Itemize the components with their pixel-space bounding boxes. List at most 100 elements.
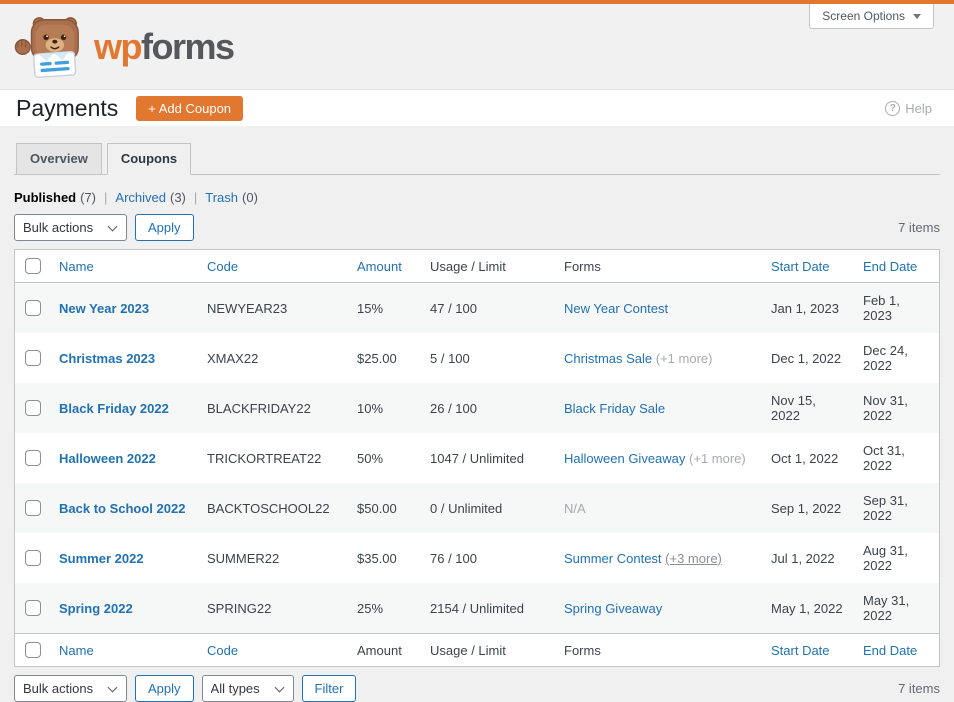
sort-link-start-date[interactable]: Start Date [771,259,830,274]
row-checkbox[interactable] [25,500,41,517]
amount-cell: $35.00 [357,550,397,566]
coupon-name-link[interactable]: Christmas 2023 [59,351,155,366]
page-header: Payments + Add Coupon ? Help [0,90,954,126]
row-checkbox[interactable] [25,350,41,367]
status-filter-links: Published (7) | Archived (3) | Trash (0) [14,190,940,205]
sort-link-name[interactable]: Name [59,259,94,274]
filter-trash-label[interactable]: Trash [205,190,238,205]
amount-cell: 10% [357,400,384,416]
filter-published-count: (7) [80,190,97,206]
end-date-cell: Dec 24, 2022 [863,343,908,374]
row-checkbox[interactable] [25,600,41,617]
wordmark-wp: wp [94,25,143,67]
coupon-row: Halloween 2022 TRICKORTREAT22 50% 1047 / Un… [15,433,939,483]
filter-button[interactable]: Filter [301,675,357,702]
sort-link-name[interactable]: Name [59,643,94,658]
end-date-cell: Oct 31, 2022 [863,443,905,474]
sort-link-start-date[interactable]: Start Date [771,643,830,658]
chevron-down-icon [913,13,921,19]
coupon-row: Spring 2022 SPRING22 25% 2154 / Unlimited Sp… [15,583,939,634]
column-footer-forms: Forms [554,633,761,667]
forms-more-label: (+1 more) [689,450,746,466]
sort-link-code[interactable]: Code [207,643,238,658]
forms-more-label: (+1 more) [655,350,713,366]
forms-cell: Spring Giveaway [554,583,761,634]
column-footer-amount: Amount [347,633,420,667]
column-footer-usage-limit: Usage / Limit [420,633,554,667]
coupons-table: Name Code Amount Usage / Limit Forms Start Da… [15,250,939,667]
apply-button[interactable]: Apply [135,214,194,242]
coupon-name-link[interactable]: Black Friday 2022 [59,401,169,416]
help-link[interactable]: ? Help [885,100,932,116]
wpforms-bear-mascot-icon [14,16,79,78]
sort-link-end-date[interactable]: End Date [863,259,917,274]
form-link[interactable]: Christmas Sale [564,351,652,366]
sort-link-code[interactable]: Code [207,259,238,274]
row-checkbox[interactable] [25,300,41,317]
filter-archived[interactable]: Archived (3) [115,190,185,205]
bulk-actions-select[interactable]: Bulk actions [14,214,127,242]
amount-cell: 25% [357,600,384,616]
filter-separator: | [104,190,108,206]
question-circle-icon: ? [885,100,901,116]
end-date-cell: Sep 31, 2022 [863,493,908,524]
filter-published[interactable]: Published (7) [14,190,96,205]
coupon-name-link[interactable]: New Year 2023 [59,301,149,316]
wordmark-forms: forms [141,25,235,67]
row-checkbox[interactable] [25,550,41,567]
amount-cell: $50.00 [357,500,397,516]
end-date-cell: Nov 31, 2022 [863,393,908,424]
forms-na-label: N/A [564,500,586,516]
tab-overview[interactable]: Overview [16,143,102,176]
form-link[interactable]: Black Friday Sale [564,401,665,416]
apply-button-bottom[interactable]: Apply [135,675,194,702]
add-coupon-button[interactable]: + Add Coupon [136,95,244,121]
items-count: 7 items [898,220,940,236]
column-label-amount: Amount [357,642,402,658]
forms-more-label[interactable]: (+3 more) [665,551,722,566]
row-checkbox[interactable] [25,450,41,467]
usage-cell: 1047 / Unlimited [430,450,524,466]
column-label-forms: Forms [564,642,601,658]
tab-coupons[interactable]: Coupons [106,143,192,176]
filter-archived-count: (3) [169,190,186,206]
page-title: Payments [16,94,119,121]
table-body: New Year 2023 NEWYEAR23 15% 47 / 100 New Yea… [15,282,939,634]
filter-archived-label[interactable]: Archived [115,190,166,205]
coupon-row: Summer 2022 SUMMER22 $35.00 76 / 100 Summer … [15,533,939,583]
form-link[interactable]: Halloween Giveaway [564,451,685,466]
coupon-name-link[interactable]: Spring 2022 [59,601,133,616]
toolbar-top: Bulk actions Apply 7 items [14,214,940,242]
row-select-cell [15,533,49,583]
form-link[interactable]: Summer Contest [564,551,662,566]
sort-link-end-date[interactable]: End Date [863,643,917,658]
forms-cell: Halloween Giveaway (+1 more) [554,433,761,483]
column-footer-start-date: Start Date [761,633,853,667]
select-all-checkbox[interactable] [25,642,41,659]
name-cell: Summer 2022 [49,533,197,583]
filter-trash[interactable]: Trash (0) [205,190,258,205]
form-link[interactable]: Spring Giveaway [564,601,662,616]
forms-cell: Christmas Sale (+1 more) [554,333,761,383]
items-count-bottom: 7 items [898,681,940,697]
screen-options-button[interactable]: Screen Options [809,4,934,29]
amount-cell: 50% [357,450,384,466]
type-filter-select[interactable]: All types [201,675,294,702]
bulk-actions-select-wrap: Bulk actions [14,214,127,242]
bulk-actions-select-bottom[interactable]: Bulk actions [14,675,127,702]
row-select-cell [15,583,49,634]
name-cell: New Year 2023 [49,283,197,334]
coupon-name-link[interactable]: Back to School 2022 [59,501,185,516]
forms-cell: New Year Contest [554,283,761,334]
row-select-cell [15,283,49,334]
content-area: Overview Coupons Published (7) | Archive… [0,126,954,702]
coupon-name-link[interactable]: Halloween 2022 [59,451,156,466]
row-checkbox[interactable] [25,400,41,417]
sort-link-amount[interactable]: Amount [357,259,402,274]
forms-cell: N/A [554,483,761,533]
coupon-name-link[interactable]: Summer 2022 [59,551,144,566]
name-cell: Black Friday 2022 [49,383,197,433]
form-link[interactable]: New Year Contest [564,301,668,316]
select-all-checkbox[interactable] [25,258,41,275]
usage-cell: 47 / 100 [430,300,477,316]
